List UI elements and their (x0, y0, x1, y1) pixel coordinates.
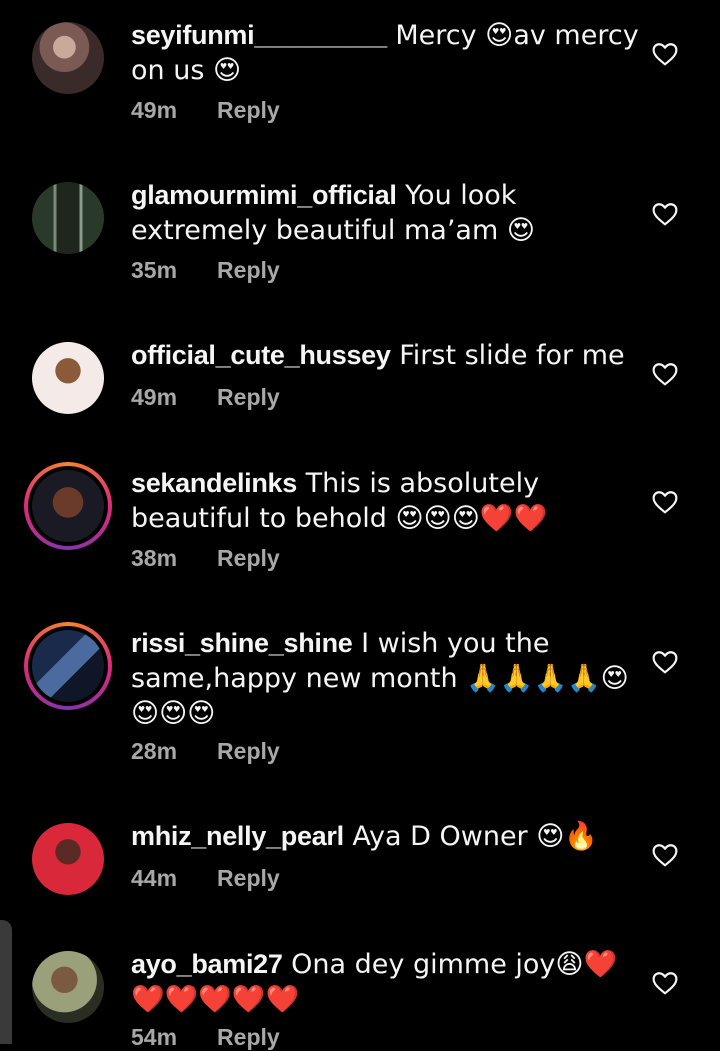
avatar[interactable] (32, 823, 104, 895)
comment-username[interactable]: glamourmimi_official (131, 180, 397, 210)
heart-outline-icon[interactable] (652, 971, 678, 995)
comment-body: rissi_shine_shine I wish you the same,ha… (131, 626, 641, 731)
comment-time: 35m (131, 257, 178, 283)
comment-body: seyifunmi_________ Mercy 😍av mercy on us… (131, 18, 641, 88)
avatar-story-ring[interactable] (24, 622, 112, 710)
reply-button[interactable]: Reply (217, 257, 280, 284)
heart-outline-icon[interactable] (652, 843, 678, 867)
comment-text: Aya D Owner 😍🔥 (343, 821, 599, 852)
comment-body: mhiz_nelly_pearl Aya D Owner 😍🔥 (131, 819, 641, 854)
comment-time: 28m (131, 738, 178, 764)
comment-body: ayo_bami27 Ona dey gimme joy😩❤️❤️❤️❤️❤️❤… (131, 947, 641, 1017)
heart-outline-icon[interactable] (652, 42, 678, 66)
comment-meta: 28m Reply (131, 738, 280, 765)
comment-username[interactable]: ayo_bami27 (131, 949, 283, 979)
reply-button[interactable]: Reply (217, 384, 280, 411)
avatar-image (32, 182, 104, 254)
comment-body: official_cute_hussey First slide for me (131, 338, 641, 373)
avatar-ring-gap (28, 626, 108, 706)
avatar-image (32, 22, 104, 94)
avatar-story-ring[interactable] (24, 462, 112, 550)
comment-meta: 49m Reply (131, 384, 280, 411)
reply-button[interactable]: Reply (217, 865, 280, 892)
comment-meta: 49m Reply (131, 97, 280, 124)
avatar-image (32, 342, 104, 414)
comment-username[interactable]: seyifunmi_________ (131, 20, 387, 50)
heart-outline-icon[interactable] (652, 490, 678, 514)
comment-meta: 44m Reply (131, 865, 280, 892)
avatar-image (32, 630, 104, 702)
avatar[interactable] (32, 22, 104, 94)
avatar[interactable] (32, 951, 104, 1023)
avatar-image (32, 470, 104, 542)
comment-meta: 54m Reply (131, 1024, 280, 1051)
heart-outline-icon[interactable] (652, 362, 678, 386)
comment-meta: 38m Reply (131, 545, 280, 572)
comment-time: 49m (131, 97, 178, 123)
comment-time: 44m (131, 865, 178, 891)
avatar[interactable] (32, 342, 104, 414)
comment-meta: 35m Reply (131, 257, 280, 284)
comment-time: 38m (131, 545, 178, 571)
comment-time: 49m (131, 384, 178, 410)
comment-username[interactable]: mhiz_nelly_pearl (131, 821, 344, 851)
avatar-image (32, 823, 104, 895)
reply-button[interactable]: Reply (217, 97, 280, 124)
heart-outline-icon[interactable] (652, 650, 678, 674)
comment-text: First slide for me (390, 340, 625, 371)
heart-outline-icon[interactable] (652, 202, 678, 226)
comment-time: 54m (131, 1024, 178, 1050)
avatar[interactable] (32, 182, 104, 254)
avatar-image (32, 951, 104, 1023)
avatar-ring-gap (28, 466, 108, 546)
comment-body: glamourmimi_official You look extremely … (131, 178, 641, 248)
comment-body: sekandelinks This is absolutely beautifu… (131, 466, 641, 536)
edge-scroll-handle[interactable] (0, 920, 12, 1044)
reply-button[interactable]: Reply (217, 738, 280, 765)
reply-button[interactable]: Reply (217, 1024, 280, 1051)
reply-button[interactable]: Reply (217, 545, 280, 572)
comment-username[interactable]: sekandelinks (131, 468, 297, 498)
comment-username[interactable]: official_cute_hussey (131, 340, 391, 370)
comment-username[interactable]: rissi_shine_shine (131, 628, 353, 658)
